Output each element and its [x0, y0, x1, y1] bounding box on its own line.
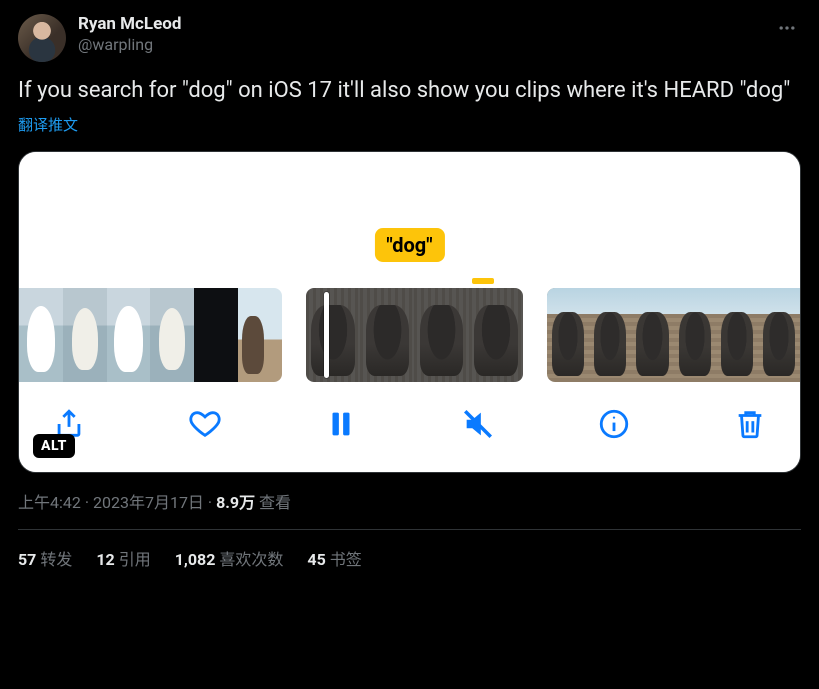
author-display-name[interactable]: Ryan McLeod [78, 14, 181, 35]
favorite-button[interactable] [185, 404, 225, 444]
playhead-icon[interactable] [324, 292, 329, 378]
clip-frame [414, 288, 468, 382]
quotes-count: 12 [96, 550, 114, 569]
trash-icon [733, 407, 767, 441]
views-label: 查看 [259, 493, 291, 512]
media-toolbar [19, 382, 800, 472]
tweet-meta: 上午4:42 · 2023年7月17日 · 8.9万 查看 [18, 489, 801, 513]
quotes-label: 引用 [119, 550, 151, 569]
views-count: 8.9万 [216, 493, 255, 512]
author-names: Ryan McLeod @warpling [78, 14, 181, 55]
media-card[interactable]: "dog" [18, 151, 801, 473]
clip-frame [589, 288, 631, 382]
bookmarks-count: 45 [307, 550, 325, 569]
author-handle[interactable]: @warpling [78, 35, 181, 55]
likes-stat[interactable]: 1,082喜欢次数 [175, 546, 284, 570]
clip-frame [716, 288, 758, 382]
pause-button[interactable] [321, 404, 361, 444]
clip-frame [150, 288, 194, 382]
pause-icon [324, 407, 358, 441]
retweets-label: 转发 [40, 550, 72, 569]
media-top-area: "dog" [19, 152, 800, 288]
translate-link[interactable]: 翻译推文 [18, 114, 78, 135]
retweets-stat[interactable]: 57转发 [18, 546, 72, 570]
tweet-date[interactable]: 2023年7月17日 [93, 493, 204, 512]
clip-frame [63, 288, 107, 382]
clip-frame [107, 288, 151, 382]
tweet-time[interactable]: 上午4:42 [18, 493, 81, 512]
clip-frame [360, 288, 414, 382]
alt-badge[interactable]: ALT [33, 434, 75, 458]
avatar[interactable] [18, 14, 66, 62]
video-filmstrip[interactable] [19, 288, 800, 382]
info-button[interactable] [594, 404, 634, 444]
divider [18, 529, 801, 530]
clip-frame [469, 288, 523, 382]
heart-icon [188, 407, 222, 441]
clip-thumb-group[interactable] [547, 288, 800, 382]
speaker-muted-icon [461, 407, 495, 441]
more-icon [777, 18, 797, 38]
likes-label: 喜欢次数 [219, 550, 283, 569]
tweet-text: If you search for "dog" on iOS 17 it'll … [18, 76, 801, 106]
clip-frame [547, 288, 589, 382]
clip-frame [631, 288, 673, 382]
clip-frame [306, 288, 360, 382]
more-button[interactable] [773, 14, 801, 42]
info-icon [597, 407, 631, 441]
clip-frame [758, 288, 800, 382]
tweet-stats: 57转发 12 引用 1,082喜欢次数 45 书签 [18, 546, 801, 570]
mute-button[interactable] [458, 404, 498, 444]
search-token-marker [472, 278, 494, 284]
clip-thumb-group[interactable] [19, 288, 282, 382]
tweet-container: Ryan McLeod @warpling If you search for … [0, 0, 819, 570]
bookmarks-label: 书签 [330, 550, 362, 569]
clip-frame [674, 288, 716, 382]
clip-frame [238, 288, 282, 382]
likes-count: 1,082 [175, 550, 216, 569]
clip-frame [194, 288, 238, 382]
quotes-stat[interactable]: 12 引用 [96, 546, 150, 570]
retweets-count: 57 [18, 550, 36, 569]
clip-frame [19, 288, 63, 382]
search-token-label: "dog" [374, 228, 444, 262]
bookmarks-stat[interactable]: 45 书签 [307, 546, 361, 570]
clip-thumb-group-active[interactable] [306, 288, 523, 382]
tweet-header: Ryan McLeod @warpling [18, 14, 801, 62]
delete-button[interactable] [730, 404, 770, 444]
